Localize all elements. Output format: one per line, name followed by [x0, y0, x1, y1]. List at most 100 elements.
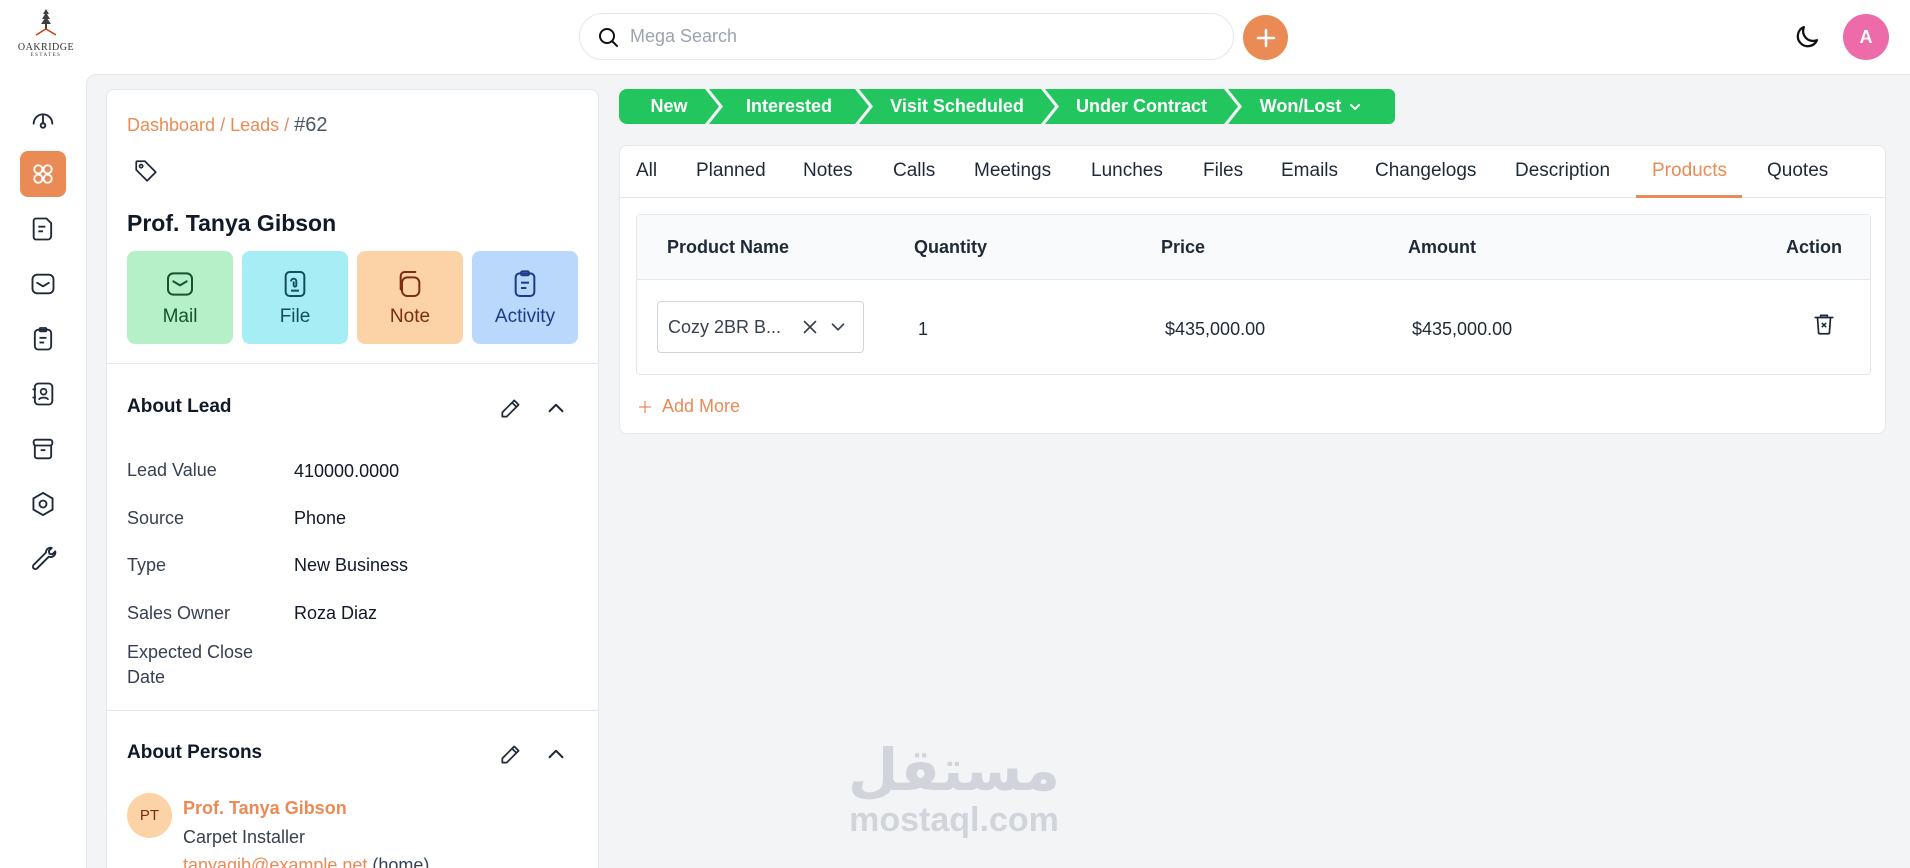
brand-subtitle: ESTATES	[30, 53, 62, 58]
breadcrumb-leads[interactable]: Leads	[230, 115, 279, 135]
file-action-label: File	[279, 305, 311, 327]
about-persons-title: About Persons	[127, 742, 263, 763]
stage-label: Under Contract	[1075, 96, 1207, 116]
product-price[interactable]: $435,000.00	[1165, 319, 1265, 340]
add-more-label: Add More	[662, 396, 741, 416]
tab-description[interactable]: Description	[1515, 160, 1610, 182]
mega-search[interactable]	[579, 13, 1234, 60]
file-action-button[interactable]: File	[242, 251, 348, 344]
mail-icon	[167, 271, 193, 296]
tab-files[interactable]: Files	[1203, 160, 1243, 182]
product-quantity[interactable]: 1	[918, 319, 928, 340]
divider	[107, 363, 598, 364]
search-icon	[599, 27, 618, 47]
stage-new[interactable]: New	[619, 89, 719, 124]
tab-quotes[interactable]: Quotes	[1767, 160, 1828, 182]
sidebar-item-products[interactable]	[20, 426, 66, 472]
watermark: مستقل mostaql.com	[836, 740, 1072, 840]
product-select[interactable]: Cozy 2BR B...	[657, 301, 864, 353]
person-email-link[interactable]: tanyagib@example.net	[183, 855, 367, 868]
quick-add-button[interactable]	[1243, 15, 1288, 60]
archive-box-icon	[32, 438, 54, 460]
tab-meetings[interactable]: Meetings	[974, 160, 1051, 182]
type-value: New Business	[294, 555, 409, 575]
person-name-link[interactable]: Prof. Tanya Gibson	[183, 798, 347, 819]
sidebar-item-dashboard[interactable]	[20, 96, 66, 142]
source-value: Phone	[294, 508, 347, 528]
breadcrumb-separator: /	[279, 115, 295, 135]
edit-pencil-icon[interactable]	[498, 395, 524, 421]
brand-name: OAKRIDGE	[17, 42, 75, 53]
breadcrumb-separator: /	[215, 115, 231, 135]
breadcrumb: Dashboard / Leads / #62	[127, 114, 328, 137]
tab-products[interactable]: Products	[1652, 160, 1727, 182]
breadcrumb-dashboard[interactable]: Dashboard	[127, 115, 215, 135]
user-avatar[interactable]: A	[1843, 14, 1889, 60]
stage-pipeline: New Interested Visit Scheduled Under Con…	[619, 89, 1395, 124]
sidebar-item-tools[interactable]	[20, 536, 66, 582]
tree-logo-icon	[35, 9, 57, 36]
add-more-button[interactable]: Add More	[636, 396, 740, 417]
clipboard-icon	[33, 327, 53, 351]
tab-lunches[interactable]: Lunches	[1091, 160, 1163, 182]
person-job-title: Carpet Installer	[183, 827, 306, 847]
leads-network-icon	[33, 164, 53, 184]
plus-icon	[639, 400, 651, 413]
sidebar-item-activities[interactable]	[20, 316, 66, 362]
expected-close-date-label: Expected Close Date	[127, 642, 254, 687]
watermark-latin: mostaql.com	[849, 801, 1059, 839]
plus-icon	[1256, 28, 1275, 47]
sidebar-item-quotes[interactable]	[20, 206, 66, 252]
clipboard-icon	[514, 269, 536, 297]
product-select-value: Cozy 2BR B...	[668, 316, 782, 337]
stage-label: New	[650, 96, 688, 116]
search-input[interactable]	[630, 26, 1190, 47]
tab-calls[interactable]: Calls	[893, 160, 935, 182]
gauge-icon	[32, 113, 54, 129]
stage-visit-scheduled[interactable]: Visit Scheduled	[859, 89, 1055, 124]
tab-all[interactable]: All	[636, 160, 657, 182]
tab-changelogs[interactable]: Changelogs	[1375, 160, 1476, 182]
sidebar-item-leads[interactable]	[20, 151, 66, 197]
stage-under-contract[interactable]: Under Contract	[1045, 89, 1238, 124]
note-icon	[399, 270, 421, 297]
trash-icon[interactable]	[1811, 311, 1837, 337]
col-product-name: Product Name	[667, 237, 790, 257]
lead-value-label: Lead Value	[127, 460, 217, 480]
activity-action-button[interactable]: Activity	[472, 251, 578, 344]
chevron-up-icon[interactable]	[543, 741, 569, 767]
products-table: Product Name Quantity Price Amount Actio…	[636, 214, 1871, 375]
wrench-icon	[32, 546, 57, 570]
active-tab-underline	[1636, 195, 1742, 198]
stage-label: Visit Scheduled	[890, 96, 1024, 116]
stage-label: Won/Lost	[1259, 96, 1342, 116]
sidebar	[0, 74, 86, 868]
sidebar-item-settings[interactable]	[20, 481, 66, 527]
brand-logo[interactable]: OAKRIDGE ESTATES	[16, 8, 76, 64]
clear-x-icon[interactable]	[799, 316, 821, 338]
lead-value: 410000.0000	[294, 461, 400, 481]
sidebar-item-contacts[interactable]	[20, 371, 66, 417]
activity-action-label: Activity	[494, 305, 556, 327]
stage-label: Interested	[745, 96, 833, 116]
person-email-type: (home)	[367, 855, 430, 868]
tab-planned[interactable]: Planned	[696, 160, 766, 182]
chevron-up-icon[interactable]	[543, 395, 569, 421]
lead-detail-panel: Dashboard / Leads / #62 Prof. Tanya Gibs…	[106, 89, 599, 868]
edit-pencil-icon[interactable]	[498, 741, 524, 767]
stage-won-lost-dropdown[interactable]: Won/Lost	[1228, 89, 1395, 124]
file-icon	[284, 270, 306, 297]
chevron-down-icon[interactable]	[827, 316, 849, 338]
table-header: Product Name Quantity Price Amount Actio…	[637, 215, 1870, 280]
mail-action-button[interactable]: Mail	[127, 251, 233, 344]
tab-emails[interactable]: Emails	[1281, 160, 1338, 182]
sales-owner-label: Sales Owner	[127, 603, 231, 623]
note-action-button[interactable]: Note	[357, 251, 463, 344]
tag-icon[interactable]	[133, 158, 159, 184]
stage-interested[interactable]: Interested	[709, 89, 869, 124]
dark-mode-moon-icon[interactable]	[1792, 22, 1822, 52]
sidebar-item-mail[interactable]	[20, 261, 66, 307]
document-icon	[32, 217, 53, 241]
tab-notes[interactable]: Notes	[803, 160, 853, 182]
activity-tabs-panel: All Planned Notes Calls Meetings Lunches…	[619, 145, 1886, 434]
